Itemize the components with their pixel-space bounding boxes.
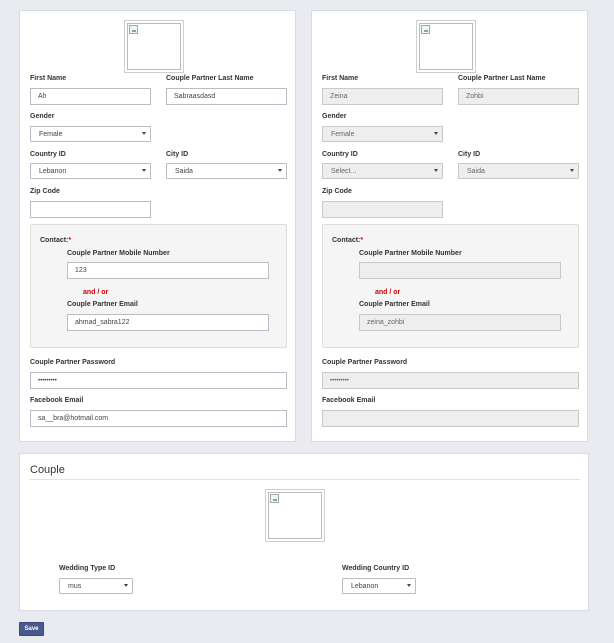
- facebook-email-input[interactable]: sa__bra@hotmail.com: [30, 410, 287, 427]
- facebook-email-label: Facebook Email: [30, 397, 84, 404]
- country-select[interactable]: Lebanon: [30, 163, 151, 179]
- gender-select-value: Female: [331, 130, 355, 138]
- password-input[interactable]: •••••••••: [322, 372, 579, 389]
- wedding-type-label: Wedding Type ID: [59, 565, 116, 572]
- mobile-label: Couple Partner Mobile Number: [67, 250, 170, 257]
- password-input[interactable]: •••••••••: [30, 372, 287, 389]
- zip-input[interactable]: [322, 201, 443, 218]
- wedding-country-select[interactable]: Lebanon: [342, 578, 416, 594]
- zip-label: Zip Code: [322, 188, 352, 195]
- and-or-text: and / or: [83, 289, 109, 296]
- chevron-down-icon: [124, 584, 128, 587]
- chevron-down-icon: [142, 132, 146, 135]
- left-profile-photo[interactable]: [124, 20, 184, 73]
- right-profile-photo[interactable]: [416, 20, 476, 73]
- chevron-down-icon: [570, 169, 574, 172]
- country-select-value: Select...: [331, 167, 357, 175]
- couple-section-title: Couple: [30, 464, 65, 476]
- partner-last-name-label: Couple Partner Last Name: [458, 75, 546, 82]
- password-label: Couple Partner Password: [30, 359, 116, 366]
- email-label: Couple Partner Email: [67, 301, 138, 308]
- city-label: City ID: [166, 151, 189, 158]
- contact-label: Contact:*: [40, 237, 72, 244]
- partner-last-name-input[interactable]: Sabraasdasd: [166, 88, 287, 105]
- partner-last-name-input[interactable]: Zohbi: [458, 88, 579, 105]
- chevron-down-icon: [407, 584, 411, 587]
- gender-label: Gender: [30, 113, 55, 120]
- couple-photo[interactable]: [265, 489, 325, 542]
- and-or-text: and / or: [375, 289, 401, 296]
- email-label: Couple Partner Email: [359, 301, 430, 308]
- email-input[interactable]: ahmad_sabra122: [67, 314, 269, 331]
- wedding-country-select-value: Lebanon: [351, 582, 379, 590]
- broken-image-icon: [129, 25, 138, 34]
- contact-box: Contact:* Couple Partner Mobile Number 1…: [30, 224, 287, 348]
- city-label: City ID: [458, 151, 481, 158]
- gender-select[interactable]: Female: [30, 126, 151, 142]
- email-input[interactable]: zeina_zohbi: [359, 314, 561, 331]
- password-label: Couple Partner Password: [322, 359, 408, 366]
- city-select[interactable]: Saida: [458, 163, 579, 179]
- city-select-value: Saida: [467, 167, 485, 175]
- first-name-label: First Name: [30, 75, 67, 82]
- wedding-type-select-value: mus: [68, 582, 82, 590]
- partner-last-name-label: Couple Partner Last Name: [166, 75, 254, 82]
- wedding-type-select[interactable]: mus: [59, 578, 133, 594]
- country-label: Country ID: [322, 151, 358, 158]
- country-label: Country ID: [30, 151, 66, 158]
- first-name-label: First Name: [322, 75, 359, 82]
- section-divider: [30, 479, 580, 480]
- right-partner-panel: First Name Zeina Couple Partner Last Nam…: [311, 10, 588, 442]
- couple-panel: Couple Wedding Type ID mus Wedding Count…: [19, 453, 589, 611]
- left-partner-panel: First Name Ah Couple Partner Last Name S…: [19, 10, 296, 442]
- chevron-down-icon: [278, 169, 282, 172]
- contact-label: Contact:*: [332, 237, 364, 244]
- broken-image-icon: [270, 494, 279, 503]
- zip-input[interactable]: [30, 201, 151, 218]
- mobile-input[interactable]: [359, 262, 561, 279]
- mobile-input[interactable]: 123: [67, 262, 269, 279]
- chevron-down-icon: [434, 169, 438, 172]
- first-name-input[interactable]: Zeina: [322, 88, 443, 105]
- gender-select-value: Female: [39, 130, 63, 138]
- zip-label: Zip Code: [30, 188, 60, 195]
- city-select[interactable]: Saida: [166, 163, 287, 179]
- facebook-email-input[interactable]: [322, 410, 579, 427]
- save-button[interactable]: Save: [19, 622, 44, 636]
- broken-image-icon: [421, 25, 430, 34]
- gender-label: Gender: [322, 113, 347, 120]
- wedding-country-label: Wedding Country ID: [342, 565, 410, 572]
- mobile-label: Couple Partner Mobile Number: [359, 250, 462, 257]
- city-select-value: Saida: [175, 167, 193, 175]
- country-select-value: Lebanon: [39, 167, 67, 175]
- country-select[interactable]: Select...: [322, 163, 443, 179]
- chevron-down-icon: [142, 169, 146, 172]
- contact-box: Contact:* Couple Partner Mobile Number a…: [322, 224, 579, 348]
- first-name-input[interactable]: Ah: [30, 88, 151, 105]
- chevron-down-icon: [434, 132, 438, 135]
- gender-select[interactable]: Female: [322, 126, 443, 142]
- facebook-email-label: Facebook Email: [322, 397, 376, 404]
